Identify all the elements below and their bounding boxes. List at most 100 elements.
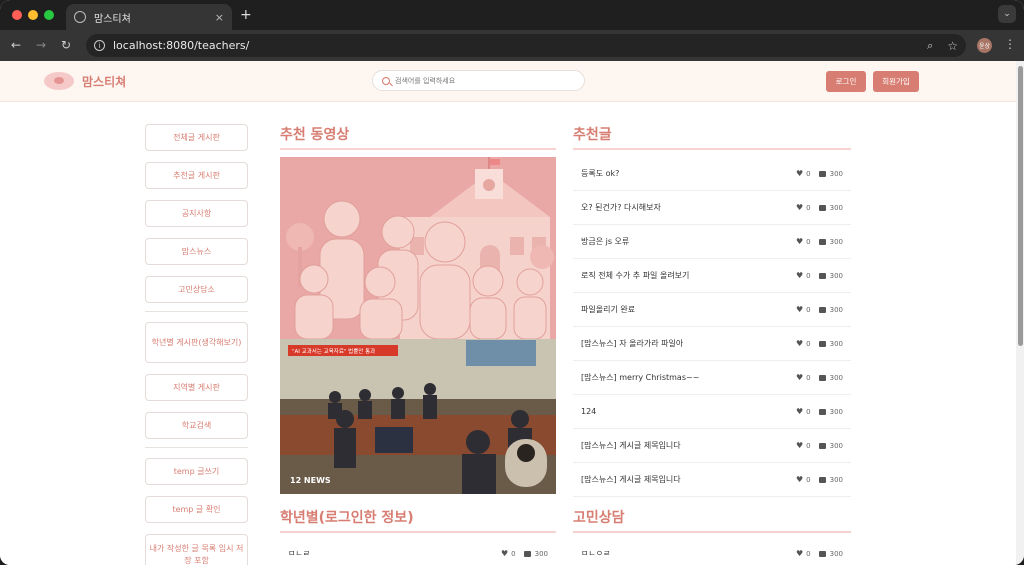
news-logo: 12 NEWS	[290, 476, 331, 485]
comment-icon	[818, 170, 826, 177]
tab-title: 맘스티쳐	[94, 13, 131, 25]
reload-icon[interactable]: ↻	[61, 38, 71, 52]
post-row[interactable]: 124 ♥ 0 300	[573, 395, 851, 429]
like-count: 0	[806, 169, 811, 178]
site-logo-icon[interactable]	[44, 72, 74, 90]
close-window-button[interactable]	[12, 10, 22, 20]
login-button[interactable]: 로그인	[826, 71, 866, 92]
post-meta: ♥ 0 300	[796, 271, 843, 280]
post-title[interactable]: [맘스뉴스] 게시글 제목입니다	[581, 474, 796, 485]
post-title[interactable]: 오? 된건가? 다시해보자	[581, 202, 796, 213]
comment-icon	[818, 306, 826, 313]
post-meta: ♥ 0 300	[796, 305, 843, 314]
post-row[interactable]: [맘스뉴스] 게시글 제목입니다 ♥ 0 300	[573, 463, 851, 497]
video-section-title: 추천 동영상	[280, 127, 350, 143]
like-count: 0	[806, 373, 811, 382]
sidebar-item-recommended[interactable]: 추천글 게시판	[145, 162, 248, 189]
forward-arrow-icon[interactable]: →	[36, 38, 46, 52]
post-title[interactable]: 124	[581, 407, 796, 416]
post-meta: ♥ 0 300	[796, 339, 843, 348]
comment-count: 300	[829, 203, 843, 212]
site-header: 맘스티쳐 로그인 회원가입	[0, 61, 1016, 102]
tab-bar: 맘스티쳐 × + ⌄	[0, 0, 1024, 30]
browser-menu-icon[interactable]: ⋮	[1004, 37, 1016, 51]
comment-count: 300	[829, 549, 843, 558]
heart-icon: ♥	[795, 373, 804, 382]
post-meta: ♥ 0 300	[501, 549, 548, 558]
sidebar-item-school-search[interactable]: 학교검색	[145, 412, 248, 439]
zoom-icon[interactable]: ⌕	[927, 39, 933, 53]
profile-avatar[interactable]: 윤상	[977, 38, 992, 53]
back-arrow-icon[interactable]: ←	[11, 38, 21, 52]
post-meta: ♥ 0 300	[796, 475, 843, 484]
page-content: 맘스티쳐 로그인 회원가입 전체글 게시판 추천글 게시판 공지사항 맘스뉴스 …	[0, 61, 1016, 565]
post-row[interactable]: ㅁㄴㄹ ♥ 0 300	[280, 537, 556, 565]
post-meta: ♥ 0 300	[796, 373, 843, 382]
sidebar-item-region-board[interactable]: 지역별 게시판	[145, 374, 248, 401]
post-row[interactable]: 방금은 js 오류 ♥ 0 300	[573, 225, 851, 259]
comment-icon	[818, 476, 826, 483]
sidebar-item-my-posts[interactable]: 내가 작성한 글 목록 임시 저장 포함	[145, 534, 248, 565]
close-tab-icon[interactable]: ×	[215, 11, 224, 24]
comment-count: 300	[829, 271, 843, 280]
post-title[interactable]: [맘스뉴스] merry Christmas~~	[581, 372, 796, 383]
like-count: 0	[806, 475, 811, 484]
sidebar-item-moms-news[interactable]: 맘스뉴스	[145, 238, 248, 265]
post-row[interactable]: 오? 된건가? 다시해보자 ♥ 0 300	[573, 191, 851, 225]
comment-count: 300	[829, 475, 843, 484]
new-tab-button[interactable]: +	[240, 7, 252, 23]
comment-icon	[818, 550, 826, 557]
post-row[interactable]: 등록도 ok? ♥ 0 300	[573, 157, 851, 191]
post-title[interactable]: 로직 전체 수가 추 파일 올려보기	[581, 270, 796, 281]
post-row[interactable]: ㅁㄴㅇㄹ ♥ 0 300	[573, 537, 851, 565]
like-count: 0	[806, 271, 811, 280]
heart-icon: ♥	[795, 203, 804, 212]
signup-button[interactable]: 회원가입	[873, 71, 919, 92]
section-underline	[573, 148, 851, 150]
post-meta: ♥ 0 300	[796, 441, 843, 450]
post-title[interactable]: 등록도 ok?	[581, 168, 796, 179]
sidebar-item-temp-check[interactable]: temp 글 확인	[145, 496, 248, 523]
post-row[interactable]: [맘스뉴스] 게시글 제목입니다 ♥ 0 300	[573, 429, 851, 463]
comment-count: 300	[829, 305, 843, 314]
grade-post-list: ㅁㄴㄹ ♥ 0 300	[280, 537, 556, 565]
post-title[interactable]: 방금은 js 오류	[581, 236, 796, 247]
post-row[interactable]: 파일올리기 완료 ♥ 0 300	[573, 293, 851, 327]
comment-icon	[523, 550, 531, 557]
heart-icon: ♥	[795, 237, 804, 246]
sidebar-item-all-posts[interactable]: 전체글 게시판	[145, 124, 248, 151]
bookmark-star-icon[interactable]: ☆	[947, 39, 958, 53]
globe-icon	[74, 11, 86, 23]
post-title[interactable]: 파일올리기 완료	[581, 304, 796, 315]
tab-search-chevron-icon[interactable]: ⌄	[998, 5, 1016, 23]
post-title[interactable]: ㅁㄴㅇㄹ	[581, 548, 796, 559]
heart-icon: ♥	[795, 339, 804, 348]
heart-icon: ♥	[795, 441, 804, 450]
search-input[interactable]	[395, 76, 565, 85]
sidebar-divider	[145, 311, 248, 312]
minimize-window-button[interactable]	[28, 10, 38, 20]
section-underline	[573, 531, 851, 533]
browser-tab[interactable]: 맘스티쳐 ×	[66, 4, 232, 30]
search-icon	[382, 76, 390, 85]
scrollbar-thumb[interactable]	[1018, 66, 1023, 346]
post-row[interactable]: [맘스뉴스] merry Christmas~~ ♥ 0 300	[573, 361, 851, 395]
post-title[interactable]: [맘스뉴스] 자 올라가라 파일아	[581, 338, 796, 349]
post-title[interactable]: ㅁㄴㄹ	[288, 548, 501, 559]
sidebar-item-grade-board[interactable]: 학년별 게시판(생각해보기)	[145, 322, 248, 363]
site-info-icon[interactable]: i	[94, 40, 105, 51]
address-bar[interactable]: i localhost:8080/teachers/ ⌕ ☆	[86, 34, 966, 57]
comment-icon	[818, 408, 826, 415]
sidebar-item-counseling[interactable]: 고민상담소	[145, 276, 248, 303]
sidebar-item-temp-write[interactable]: temp 글쓰기	[145, 458, 248, 485]
post-title[interactable]: [맘스뉴스] 게시글 제목입니다	[581, 440, 796, 451]
sidebar-item-notices[interactable]: 공지사항	[145, 200, 248, 227]
brand-name[interactable]: 맘스티쳐	[82, 73, 126, 90]
post-row[interactable]: 로직 전체 수가 추 파일 올려보기 ♥ 0 300	[573, 259, 851, 293]
maximize-window-button[interactable]	[44, 10, 54, 20]
url-text[interactable]: localhost:8080/teachers/	[113, 39, 927, 52]
comment-icon	[818, 272, 826, 279]
search-box[interactable]	[372, 70, 585, 91]
post-row[interactable]: [맘스뉴스] 자 올라가라 파일아 ♥ 0 300	[573, 327, 851, 361]
recommended-video[interactable]: "AI 교과서는 교육자료" 법률안 통과 12 NEWS	[280, 157, 556, 494]
